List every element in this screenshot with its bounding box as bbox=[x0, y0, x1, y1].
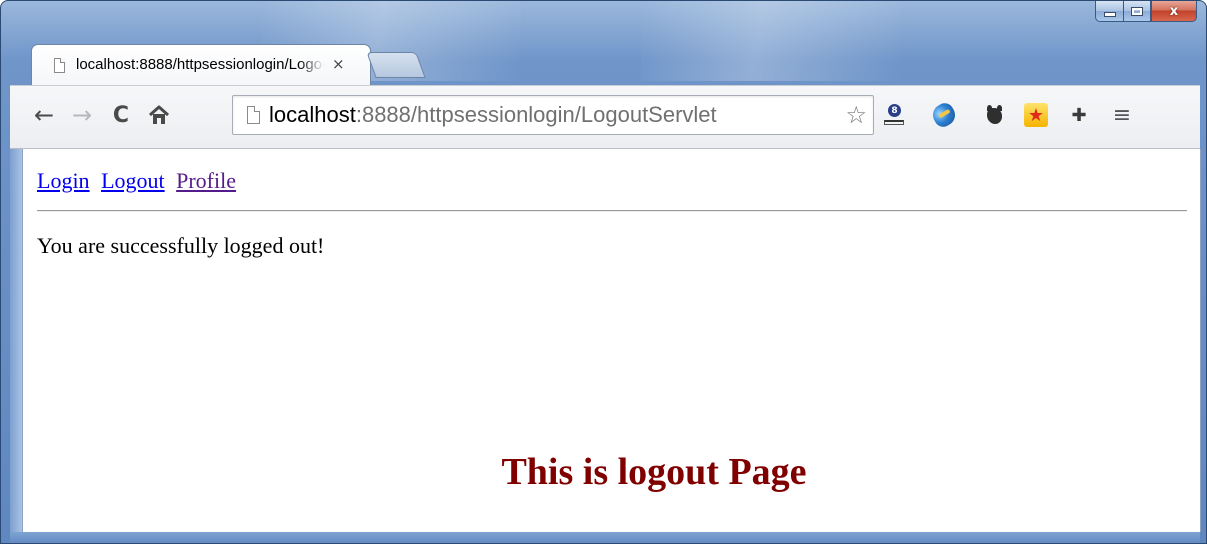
close-icon: x bbox=[1169, 3, 1179, 19]
back-icon[interactable]: ← bbox=[30, 101, 58, 129]
toolbar: ← → C localhost:8888/httpsessionlogin/Lo… bbox=[10, 85, 1200, 149]
window-frame-bottom bbox=[10, 532, 1200, 543]
new-tab-button[interactable] bbox=[366, 52, 426, 78]
document-counter-graphic: 8 bbox=[884, 104, 904, 126]
minimize-icon bbox=[1103, 12, 1116, 17]
address-bar[interactable]: localhost:8888/httpsessionlogin/LogoutSe… bbox=[232, 95, 874, 135]
close-window-button[interactable]: x bbox=[1151, 1, 1197, 22]
page-icon bbox=[54, 58, 65, 73]
page-heading: This is logout Page bbox=[501, 451, 807, 493]
star-graphic: ★ bbox=[1024, 103, 1048, 127]
counter-base bbox=[884, 120, 904, 125]
devil-icon[interactable] bbox=[980, 101, 1008, 129]
menu-icon[interactable]: ≡ bbox=[1108, 101, 1136, 129]
tab-title: localhost:8888/httpsessionlogin/LogoutSe… bbox=[76, 56, 324, 73]
puzzle-piece-icon[interactable]: ✚ bbox=[1065, 101, 1093, 129]
url-path: :8888/httpsessionlogin/LogoutServlet bbox=[355, 102, 717, 127]
logout-message: You are successfully logged out! bbox=[37, 233, 325, 258]
devil-head bbox=[987, 108, 1002, 124]
bookmark-star-icon[interactable]: ☆ bbox=[845, 101, 867, 129]
devil-graphic bbox=[984, 105, 1004, 125]
puzzle-gem-graphic bbox=[928, 99, 960, 131]
tab-active[interactable]: localhost:8888/httpsessionlogin/LogoutSe… bbox=[31, 44, 371, 86]
profile-link[interactable]: Profile bbox=[176, 168, 236, 193]
forward-icon[interactable]: → bbox=[68, 101, 96, 129]
tab-close-icon[interactable]: × bbox=[332, 55, 345, 73]
puzzle-piece-graphic: ✚ bbox=[1071, 104, 1087, 126]
page-viewport: Login Logout Profile You are successfull… bbox=[22, 149, 1201, 532]
horizontal-rule bbox=[37, 210, 1187, 212]
maximize-icon bbox=[1131, 6, 1143, 16]
home-icon[interactable] bbox=[145, 101, 173, 129]
glass-streak bbox=[641, 1, 901, 81]
counter-badge: 8 bbox=[888, 104, 901, 117]
browser-window: x localhost:8888/httpsessionlogin/Logout… bbox=[0, 0, 1207, 544]
star-icon[interactable]: ★ bbox=[1022, 101, 1050, 129]
url-text[interactable]: localhost:8888/httpsessionlogin/LogoutSe… bbox=[269, 102, 831, 128]
document-counter-icon[interactable]: 8 bbox=[880, 101, 908, 129]
nav-links: Login Logout Profile bbox=[37, 168, 242, 194]
window-frame-left bbox=[10, 149, 22, 532]
logout-link[interactable]: Logout bbox=[101, 168, 165, 193]
url-host: localhost bbox=[269, 102, 356, 127]
page-icon bbox=[247, 106, 260, 124]
puzzle-gem-icon[interactable] bbox=[928, 99, 960, 131]
login-link[interactable]: Login bbox=[37, 168, 90, 193]
maximize-button[interactable] bbox=[1123, 1, 1151, 22]
minimize-button[interactable] bbox=[1095, 1, 1123, 22]
home-icon-svg bbox=[149, 105, 169, 124]
window-controls: x bbox=[1095, 1, 1197, 22]
reload-icon[interactable]: C bbox=[107, 101, 135, 129]
